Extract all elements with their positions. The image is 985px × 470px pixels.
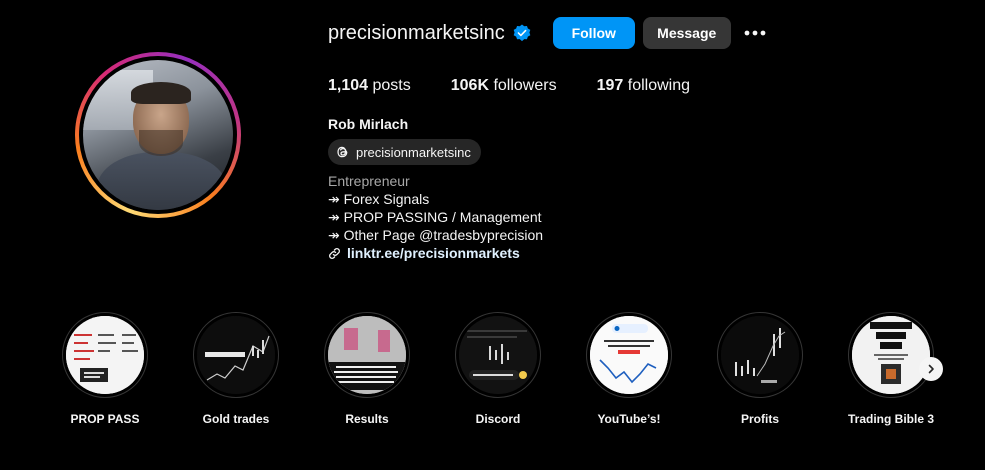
profile-page: precisionmarketsinc Follow Message 1,104… xyxy=(0,0,985,470)
highlight-item[interactable]: Results xyxy=(322,312,412,426)
highlight-label: YouTube’s! xyxy=(597,412,661,426)
profile-stats: 1,104 posts 106K followers 197 following xyxy=(328,77,730,95)
highlight-item[interactable]: Discord xyxy=(453,312,543,426)
highlight-item[interactable]: PROP PASS xyxy=(60,312,150,426)
following-count: 197 xyxy=(596,77,624,94)
following-stat[interactable]: 197 following xyxy=(597,77,690,95)
bio-link-text: linktr.ee/precisionmarkets xyxy=(347,245,520,261)
posts-label: posts xyxy=(372,77,411,94)
highlight-item[interactable]: YouTube’s! xyxy=(584,312,674,426)
bio-line: ↠ PROP PASSING / Management xyxy=(328,209,542,225)
highlight-label: PROP PASS xyxy=(70,412,140,426)
highlight-cover xyxy=(197,316,275,394)
followers-stat[interactable]: 106K followers xyxy=(451,77,557,95)
threads-handle: precisionmarketsinc xyxy=(356,144,471,160)
chevron-right-icon[interactable] xyxy=(919,357,943,381)
highlight-label: Results xyxy=(345,412,389,426)
threads-icon xyxy=(336,145,350,159)
highlight-item[interactable]: Gold trades xyxy=(191,312,281,426)
more-options-icon[interactable] xyxy=(743,21,767,45)
category-label: Entrepreneur xyxy=(328,173,410,189)
posts-count: 1,104 xyxy=(328,77,369,94)
highlight-cover xyxy=(459,316,537,394)
highlight-label: Discord xyxy=(475,412,521,426)
posts-stat: 1,104 posts xyxy=(328,77,411,95)
highlight-item[interactable]: Profits xyxy=(715,312,805,426)
following-label: following xyxy=(627,77,691,94)
followers-label: followers xyxy=(493,77,557,94)
highlight-label: Gold trades xyxy=(202,412,270,426)
message-button[interactable]: Message xyxy=(642,17,731,49)
highlight-cover xyxy=(852,316,930,394)
story-highlights: PROP PASS Gold trades Results Discord Yo… xyxy=(60,312,960,432)
bio-line: ↠ Forex Signals xyxy=(328,191,430,207)
follow-button[interactable]: Follow xyxy=(552,17,635,49)
username: precisionmarketsinc xyxy=(328,21,505,44)
avatar[interactable] xyxy=(83,60,233,210)
highlight-cover xyxy=(66,316,144,394)
bio-line: ↠ Other Page @tradesbyprecision xyxy=(328,227,544,243)
bio: Entrepreneur ↠ Forex Signals ↠ PROP PASS… xyxy=(328,172,543,262)
highlight-label: Profits xyxy=(740,412,779,426)
highlight-cover xyxy=(721,316,799,394)
link-icon xyxy=(328,247,341,260)
full-name: Rob Mirlach xyxy=(328,116,409,132)
highlight-cover xyxy=(590,316,668,394)
highlight-cover xyxy=(328,316,406,394)
profile-header: precisionmarketsinc Follow Message xyxy=(328,17,767,49)
profile-avatar-story-ring[interactable] xyxy=(75,52,241,218)
threads-badge[interactable]: precisionmarketsinc xyxy=(328,139,481,165)
bio-link[interactable]: linktr.ee/precisionmarkets xyxy=(328,244,543,262)
followers-count: 106K xyxy=(450,77,489,94)
verified-badge-icon xyxy=(513,24,531,42)
highlight-label: Trading Bible 3 xyxy=(847,412,934,426)
